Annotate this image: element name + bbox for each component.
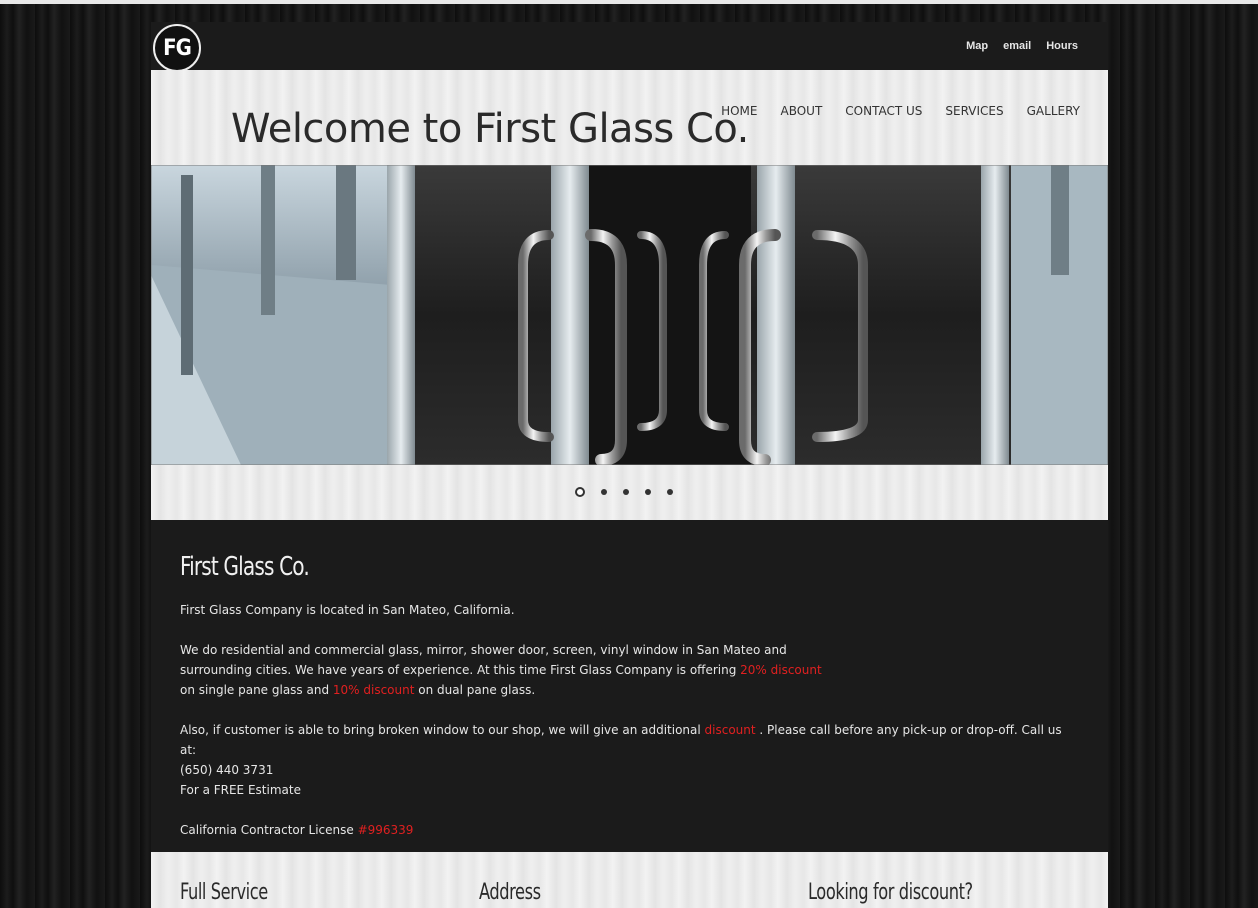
footer-heading-discount: Looking for discount? <box>808 880 973 905</box>
services-text: surrounding cities. We have years of exp… <box>180 663 741 677</box>
slider-dot-2[interactable] <box>601 489 607 495</box>
services-line-3: on single pane glass and 10% discount on… <box>180 680 1080 700</box>
main-nav: HOME ABOUT CONTACT US SERVICES GALLERY <box>721 104 1080 118</box>
nav-services[interactable]: SERVICES <box>945 104 1003 118</box>
slider-pagination-bar <box>151 465 1108 520</box>
nav-home[interactable]: HOME <box>721 104 757 118</box>
slider-dot-4[interactable] <box>645 489 651 495</box>
top-links: Map email Hours <box>966 40 1078 52</box>
footer-columns: Full Service Address Looking for discoun… <box>151 852 1108 908</box>
services-text-3: on dual pane glass. <box>414 683 536 697</box>
nav-contact-us[interactable]: CONTACT US <box>845 104 922 118</box>
top-link-hours[interactable]: Hours <box>1046 40 1078 52</box>
page-wrapper: FG Map email Hours Welcome to First Glas… <box>151 22 1108 908</box>
free-estimate: For a FREE Estimate <box>180 783 301 797</box>
top-link-email[interactable]: email <box>1003 40 1031 52</box>
top-strip <box>0 0 1258 4</box>
header: Welcome to First Glass Co. HOME ABOUT CO… <box>151 70 1108 166</box>
intro-paragraph: First Glass Company is located in San Ma… <box>180 603 515 617</box>
services-line-2: surrounding cities. We have years of exp… <box>180 660 1080 680</box>
shop-offer-line: Also, if customer is able to bring broke… <box>180 720 1080 760</box>
content-heading: First Glass Co. <box>180 552 310 582</box>
phone-number: (650) 440 3731 <box>180 763 274 777</box>
content-body: First Glass Company is located in San Ma… <box>180 600 1080 840</box>
logo[interactable]: FG <box>153 24 201 72</box>
slider-dot-3[interactable] <box>623 489 629 495</box>
footer-heading-address: Address <box>479 880 541 905</box>
discount-10-link[interactable]: 10% discount <box>333 683 415 697</box>
glass-doors-photo <box>151 165 1108 465</box>
nav-about[interactable]: ABOUT <box>780 104 822 118</box>
services-text-2: on single pane glass and <box>180 683 333 697</box>
shop-offer-text: Also, if customer is able to bring broke… <box>180 723 705 737</box>
hero-slider-image <box>151 165 1108 465</box>
slider-dot-1[interactable] <box>575 487 585 497</box>
main-content: First Glass Co. First Glass Company is l… <box>151 520 1108 852</box>
slider-dot-5[interactable] <box>667 489 673 495</box>
services-line-1: We do residential and commercial glass, … <box>180 643 787 657</box>
discount-link[interactable]: discount <box>705 723 756 737</box>
license-line: California Contractor License #996339 <box>180 820 1080 840</box>
license-label: California Contractor License <box>180 823 358 837</box>
site-title: Welcome to First Glass Co. <box>231 106 749 152</box>
nav-gallery[interactable]: GALLERY <box>1027 104 1080 118</box>
top-bar: FG Map email Hours <box>151 22 1108 72</box>
top-link-map[interactable]: Map <box>966 40 988 52</box>
license-number-link[interactable]: #996339 <box>358 823 414 837</box>
discount-20-link[interactable]: 20% discount <box>740 663 822 677</box>
footer-heading-full-service: Full Service <box>180 880 268 905</box>
slider-dots <box>575 487 673 497</box>
